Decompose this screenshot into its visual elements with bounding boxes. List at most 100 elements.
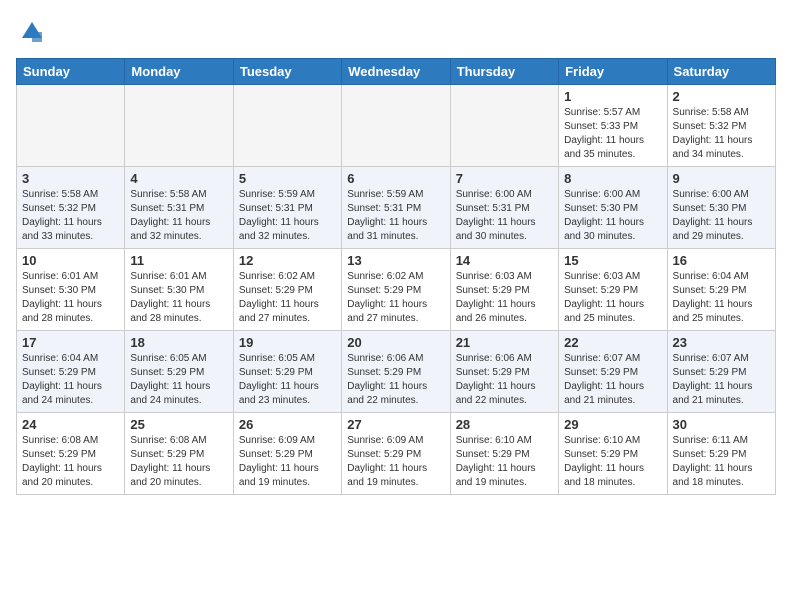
- day-info: Sunrise: 5:58 AM Sunset: 5:32 PM Dayligh…: [22, 188, 119, 244]
- day-info: Sunrise: 6:02 AM Sunset: 5:29 PM Dayligh…: [239, 270, 336, 326]
- table-row: 16 Sunrise: 6:04 AM Sunset: 5:29 PM Dayli…: [667, 249, 775, 331]
- day-info: Sunrise: 6:11 AM Sunset: 5:29 PM Dayligh…: [673, 434, 770, 490]
- table-row: [125, 85, 233, 167]
- table-row: 25 Sunrise: 6:08 AM Sunset: 5:29 PM Dayli…: [125, 413, 233, 495]
- day-info: Sunrise: 6:00 AM Sunset: 5:30 PM Dayligh…: [564, 188, 661, 244]
- table-row: 14 Sunrise: 6:03 AM Sunset: 5:29 PM Dayli…: [450, 249, 558, 331]
- table-row: 6Sunrise: 5:59 AM Sunset: 5:31 PM Daylig…: [342, 167, 450, 249]
- table-row: [450, 85, 558, 167]
- day-info: Sunrise: 6:02 AM Sunset: 5:29 PM Dayligh…: [347, 270, 444, 326]
- day-info: Sunrise: 6:05 AM Sunset: 5:29 PM Dayligh…: [239, 352, 336, 408]
- day-number: 13: [347, 253, 444, 268]
- day-info: Sunrise: 5:59 AM Sunset: 5:31 PM Dayligh…: [239, 188, 336, 244]
- table-row: 26Sunrise: 6:09 AM Sunset: 5:29 PM Dayli…: [233, 413, 341, 495]
- day-number: 16: [673, 253, 770, 268]
- day-info: Sunrise: 6:07 AM Sunset: 5:29 PM Dayligh…: [673, 352, 770, 408]
- table-row: 1 Sunrise: 5:57 AM Sunset: 5:33 PM Daylig…: [559, 85, 667, 167]
- weekday-header-thursday: Thursday: [450, 59, 558, 85]
- calendar-week-row: 17Sunrise: 6:04 AM Sunset: 5:29 PM Dayli…: [17, 331, 776, 413]
- day-info: Sunrise: 6:10 AM Sunset: 5:29 PM Dayligh…: [456, 434, 553, 490]
- table-row: 11 Sunrise: 6:01 AM Sunset: 5:30 PM Dayli…: [125, 249, 233, 331]
- day-number: 14: [456, 253, 553, 268]
- table-row: 23 Sunrise: 6:07 AM Sunset: 5:29 PM Dayli…: [667, 331, 775, 413]
- day-info: Sunrise: 6:06 AM Sunset: 5:29 PM Dayligh…: [347, 352, 444, 408]
- day-info: Sunrise: 6:07 AM Sunset: 5:29 PM Dayligh…: [564, 352, 661, 408]
- day-number: 23: [673, 335, 770, 350]
- day-number: 27: [347, 417, 444, 432]
- table-row: 28 Sunrise: 6:10 AM Sunset: 5:29 PM Dayli…: [450, 413, 558, 495]
- calendar-week-row: 24 Sunrise: 6:08 AM Sunset: 5:29 PM Dayli…: [17, 413, 776, 495]
- table-row: [17, 85, 125, 167]
- day-number: 24: [22, 417, 119, 432]
- table-row: 27 Sunrise: 6:09 AM Sunset: 5:29 PM Dayli…: [342, 413, 450, 495]
- table-row: 12 Sunrise: 6:02 AM Sunset: 5:29 PM Dayli…: [233, 249, 341, 331]
- weekday-header-friday: Friday: [559, 59, 667, 85]
- calendar-week-row: 1 Sunrise: 5:57 AM Sunset: 5:33 PM Daylig…: [17, 85, 776, 167]
- calendar: SundayMondayTuesdayWednesdayThursdayFrid…: [16, 58, 776, 495]
- day-info: Sunrise: 6:09 AM Sunset: 5:29 PM Dayligh…: [347, 434, 444, 490]
- day-number: 5: [239, 171, 336, 186]
- table-row: 3 Sunrise: 5:58 AM Sunset: 5:32 PM Daylig…: [17, 167, 125, 249]
- header: [16, 16, 776, 46]
- table-row: [233, 85, 341, 167]
- weekday-header-monday: Monday: [125, 59, 233, 85]
- day-info: Sunrise: 6:01 AM Sunset: 5:30 PM Dayligh…: [130, 270, 227, 326]
- table-row: 5 Sunrise: 5:59 AM Sunset: 5:31 PM Daylig…: [233, 167, 341, 249]
- table-row: 10 Sunrise: 6:01 AM Sunset: 5:30 PM Dayli…: [17, 249, 125, 331]
- day-number: 3: [22, 171, 119, 186]
- day-info: Sunrise: 6:08 AM Sunset: 5:29 PM Dayligh…: [130, 434, 227, 490]
- day-info: Sunrise: 5:58 AM Sunset: 5:31 PM Dayligh…: [130, 188, 227, 244]
- day-info: Sunrise: 6:04 AM Sunset: 5:29 PM Dayligh…: [673, 270, 770, 326]
- day-info: Sunrise: 6:03 AM Sunset: 5:29 PM Dayligh…: [456, 270, 553, 326]
- day-info: Sunrise: 6:01 AM Sunset: 5:30 PM Dayligh…: [22, 270, 119, 326]
- day-number: 21: [456, 335, 553, 350]
- day-number: 11: [130, 253, 227, 268]
- day-number: 8: [564, 171, 661, 186]
- day-info: Sunrise: 6:08 AM Sunset: 5:29 PM Dayligh…: [22, 434, 119, 490]
- day-info: Sunrise: 5:58 AM Sunset: 5:32 PM Dayligh…: [673, 106, 770, 162]
- day-number: 9: [673, 171, 770, 186]
- day-number: 29: [564, 417, 661, 432]
- day-number: 6: [347, 171, 444, 186]
- day-info: Sunrise: 6:10 AM Sunset: 5:29 PM Dayligh…: [564, 434, 661, 490]
- day-info: Sunrise: 6:05 AM Sunset: 5:29 PM Dayligh…: [130, 352, 227, 408]
- table-row: 19Sunrise: 6:05 AM Sunset: 5:29 PM Dayli…: [233, 331, 341, 413]
- day-number: 10: [22, 253, 119, 268]
- weekday-header-wednesday: Wednesday: [342, 59, 450, 85]
- day-number: 1: [564, 89, 661, 104]
- day-number: 25: [130, 417, 227, 432]
- day-info: Sunrise: 6:06 AM Sunset: 5:29 PM Dayligh…: [456, 352, 553, 408]
- table-row: 20 Sunrise: 6:06 AM Sunset: 5:29 PM Dayli…: [342, 331, 450, 413]
- table-row: 7Sunrise: 6:00 AM Sunset: 5:31 PM Daylig…: [450, 167, 558, 249]
- day-info: Sunrise: 6:09 AM Sunset: 5:29 PM Dayligh…: [239, 434, 336, 490]
- day-number: 18: [130, 335, 227, 350]
- day-number: 30: [673, 417, 770, 432]
- day-number: 12: [239, 253, 336, 268]
- weekday-header-saturday: Saturday: [667, 59, 775, 85]
- table-row: [342, 85, 450, 167]
- table-row: 8 Sunrise: 6:00 AM Sunset: 5:30 PM Daylig…: [559, 167, 667, 249]
- table-row: 22 Sunrise: 6:07 AM Sunset: 5:29 PM Dayli…: [559, 331, 667, 413]
- weekday-header-row: SundayMondayTuesdayWednesdayThursdayFrid…: [17, 59, 776, 85]
- table-row: 30 Sunrise: 6:11 AM Sunset: 5:29 PM Dayli…: [667, 413, 775, 495]
- day-info: Sunrise: 6:00 AM Sunset: 5:31 PM Dayligh…: [456, 188, 553, 244]
- day-number: 4: [130, 171, 227, 186]
- table-row: 18 Sunrise: 6:05 AM Sunset: 5:29 PM Dayli…: [125, 331, 233, 413]
- day-number: 22: [564, 335, 661, 350]
- logo: [16, 16, 46, 46]
- calendar-week-row: 3 Sunrise: 5:58 AM Sunset: 5:32 PM Daylig…: [17, 167, 776, 249]
- day-number: 15: [564, 253, 661, 268]
- logo-icon: [18, 18, 46, 46]
- day-number: 2: [673, 89, 770, 104]
- weekday-header-sunday: Sunday: [17, 59, 125, 85]
- table-row: 15 Sunrise: 6:03 AM Sunset: 5:29 PM Dayli…: [559, 249, 667, 331]
- day-info: Sunrise: 6:03 AM Sunset: 5:29 PM Dayligh…: [564, 270, 661, 326]
- day-number: 28: [456, 417, 553, 432]
- main-container: SundayMondayTuesdayWednesdayThursdayFrid…: [0, 0, 792, 507]
- day-number: 17: [22, 335, 119, 350]
- table-row: 29 Sunrise: 6:10 AM Sunset: 5:29 PM Dayli…: [559, 413, 667, 495]
- table-row: 17Sunrise: 6:04 AM Sunset: 5:29 PM Dayli…: [17, 331, 125, 413]
- day-number: 20: [347, 335, 444, 350]
- weekday-header-tuesday: Tuesday: [233, 59, 341, 85]
- day-info: Sunrise: 5:57 AM Sunset: 5:33 PM Dayligh…: [564, 106, 661, 162]
